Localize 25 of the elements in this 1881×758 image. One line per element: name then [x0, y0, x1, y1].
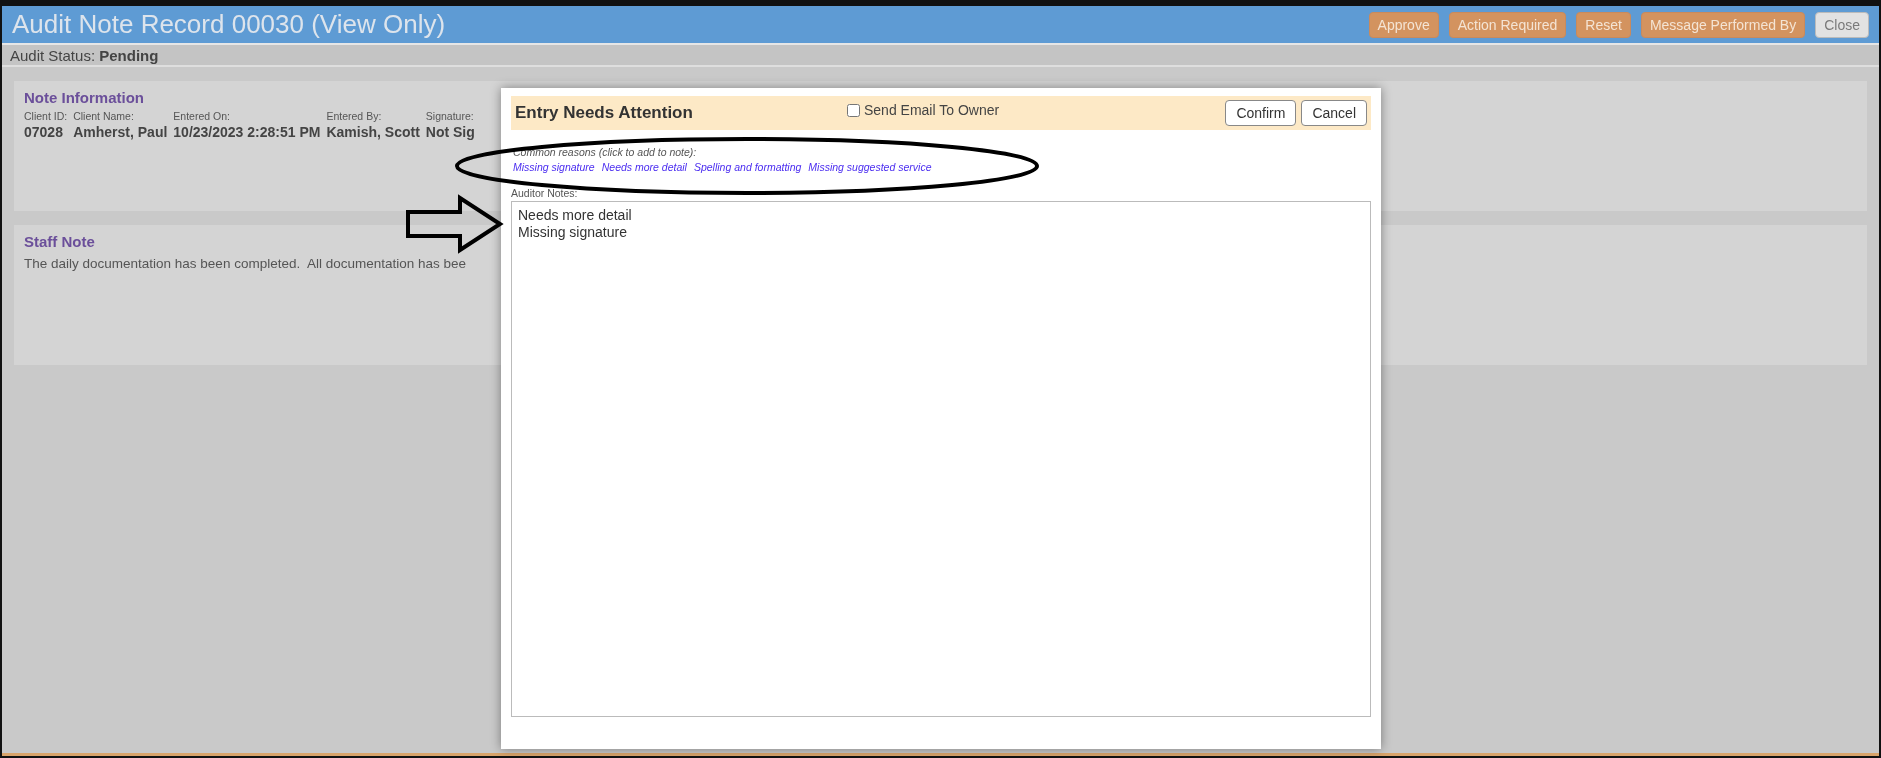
field-value: 10/23/2023 2:28:51 PM	[173, 124, 321, 140]
dialog-title: Entry Needs Attention	[515, 103, 694, 123]
checkbox[interactable]	[847, 103, 860, 117]
confirm-button[interactable]: Confirm	[1225, 100, 1297, 126]
reason-link[interactable]: Needs more detail	[601, 161, 687, 173]
window-title: Audit Note Record 00030 (View Only)	[12, 9, 447, 40]
reason-link[interactable]: Spelling and formatting	[693, 161, 802, 173]
field-label: Client ID:	[24, 110, 68, 122]
field-label: Entered On:	[173, 110, 231, 122]
reason-link[interactable]: Missing signature	[513, 161, 595, 173]
audit-status: Audit Status: Pending	[10, 46, 159, 64]
notes-label: Auditor Notes:	[511, 187, 578, 199]
field-value: Kamish, Scott	[326, 124, 420, 140]
field-value: 07028	[24, 124, 64, 140]
auditor-notes-field[interactable]: Needs more detail Missing signature	[511, 201, 1371, 717]
section-title: Note Information	[24, 89, 145, 106]
field-label: Client Name:	[73, 110, 135, 122]
field-label: Signature:	[425, 110, 475, 122]
cancel-button[interactable]: Cancel	[1301, 100, 1367, 126]
checkbox-label: Send Email To Owner	[864, 102, 1000, 118]
note-text: The daily documentation has been completed. All documentation has bee	[24, 256, 467, 271]
field-value: Amherst, Paul	[73, 124, 168, 140]
field-value: Not Sig	[425, 124, 475, 140]
field-label: Entered By:	[326, 110, 383, 122]
reason-link[interactable]: Missing suggested service	[808, 161, 932, 173]
